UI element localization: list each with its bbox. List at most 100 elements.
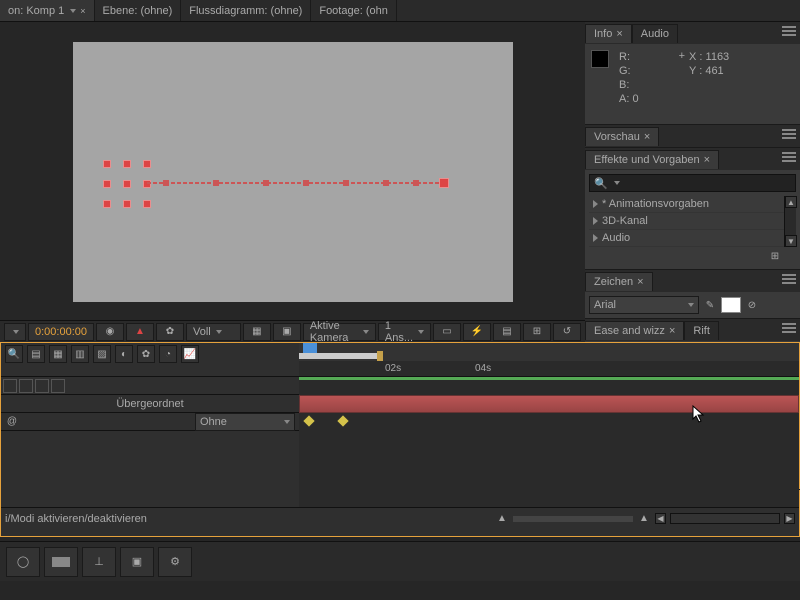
exposure-reset-button[interactable]: ↺	[553, 323, 581, 341]
pickwhip-icon[interactable]: @	[5, 415, 19, 429]
parent-header: Übergeordnet	[5, 398, 295, 410]
effects-presets-panel: Effekte und Vorgaben× 🔍 * Animationsvorg…	[585, 148, 800, 270]
audio-switch-icon[interactable]	[19, 379, 33, 393]
tab-layer[interactable]: Ebene: (ohne)	[95, 0, 182, 21]
search-icon[interactable]: 🔍	[5, 345, 23, 363]
panel-menu-icon[interactable]	[782, 129, 796, 139]
tab-flowchart[interactable]: Flussdiagramm: (ohne)	[181, 0, 311, 21]
close-icon[interactable]: ×	[616, 28, 622, 40]
close-icon[interactable]: ×	[80, 6, 85, 16]
align-icon: ⊥	[94, 555, 104, 568]
solo-switch-icon[interactable]	[35, 379, 49, 393]
zoom-dropdown[interactable]	[4, 323, 26, 341]
timeline-tracks[interactable]	[299, 377, 799, 507]
zoom-out-icon[interactable]: ▲	[495, 512, 509, 526]
composition-canvas[interactable]	[73, 42, 513, 302]
motion-blur-icon[interactable]: ◐	[115, 345, 133, 363]
keyframe-icon[interactable]	[303, 415, 314, 426]
disclosure-triangle-icon	[593, 200, 598, 208]
new-bin-icon[interactable]: ⊞	[768, 249, 782, 263]
work-area-bar[interactable]	[299, 353, 379, 359]
grid-icon: ▦	[250, 325, 264, 339]
keyframe-icon[interactable]	[337, 415, 348, 426]
graph-editor-icon[interactable]: 📈	[181, 345, 199, 363]
tab-ease-wizz[interactable]: Ease and wizz×	[585, 321, 684, 340]
draft-3d-icon[interactable]: ▦	[49, 345, 67, 363]
selected-shape[interactable]	[107, 164, 147, 204]
zoom-slider[interactable]	[513, 516, 633, 522]
panel-menu-icon[interactable]	[782, 274, 796, 284]
color-mgmt-button[interactable]: ✿	[156, 323, 184, 341]
info-panel: Info× Audio R:G:B:A: 0 + X : 1163Y : 461	[585, 22, 800, 125]
path-end-handle[interactable]	[439, 178, 449, 188]
mask-button[interactable]: ▣	[273, 323, 301, 341]
monitor-icon: ▭	[440, 325, 454, 339]
flowchart-button[interactable]: ⊞	[523, 323, 551, 341]
motion-path[interactable]	[147, 182, 442, 184]
work-area-end-handle[interactable]	[377, 351, 383, 361]
fast-preview-button[interactable]: ⚡	[463, 323, 491, 341]
zoom-in-icon[interactable]: ▲	[637, 512, 651, 526]
tab-composition[interactable]: on: Komp 1×	[0, 0, 95, 21]
close-icon[interactable]: ×	[704, 154, 710, 166]
tab-info[interactable]: Info×	[585, 24, 632, 43]
scroll-right-icon[interactable]: ▶	[784, 513, 795, 524]
tool-button-4[interactable]: ▣	[120, 547, 154, 577]
close-icon[interactable]: ×	[644, 131, 650, 143]
tab-footage[interactable]: Footage: (ohn	[311, 0, 397, 21]
layer-bar[interactable]	[299, 395, 799, 413]
scroll-down-icon[interactable]: ▼	[785, 235, 797, 247]
bottom-toolbar: ◯ ⊥ ▣ ⚙	[0, 541, 800, 581]
lock-switch-icon[interactable]	[51, 379, 65, 393]
tool-button-1[interactable]: ◯	[6, 547, 40, 577]
tool-button-5[interactable]: ⚙	[158, 547, 192, 577]
timeline-icon: ▤	[500, 325, 514, 339]
font-family-dropdown[interactable]: Arial	[589, 296, 699, 314]
close-icon[interactable]: ×	[669, 325, 675, 337]
composition-mini-flowchart-icon[interactable]: ▤	[27, 345, 45, 363]
rgb-icon: ▲	[133, 325, 147, 339]
views-dropdown[interactable]: 1 Ans...	[378, 323, 431, 341]
resolution-dropdown[interactable]: Voll	[186, 323, 241, 341]
timeline-toggle-button[interactable]: ▤	[493, 323, 521, 341]
tool-button-3[interactable]: ⊥	[82, 547, 116, 577]
parent-dropdown[interactable]: Ohne	[195, 413, 295, 431]
close-icon[interactable]: ×	[637, 276, 643, 288]
preset-category-audio[interactable]: Audio	[589, 230, 784, 247]
playhead[interactable]	[303, 343, 317, 353]
auto-keyframe-icon[interactable]: ◔	[159, 345, 177, 363]
time-ruler[interactable]: 02s 04s	[299, 343, 799, 376]
transparency-grid-button[interactable]: ▦	[243, 323, 271, 341]
eyedropper-icon[interactable]: ✎	[703, 298, 717, 312]
tab-character[interactable]: Zeichen×	[585, 272, 653, 291]
text-fill-swatch[interactable]	[721, 297, 741, 313]
panel-menu-icon[interactable]	[782, 323, 796, 333]
scroll-left-icon[interactable]: ◀	[655, 513, 666, 524]
pixel-aspect-button[interactable]: ▭	[433, 323, 461, 341]
channel-button[interactable]: ▲	[126, 323, 154, 341]
frame-blend-icon[interactable]: ▨	[93, 345, 111, 363]
preset-category-3d-channel[interactable]: 3D-Kanal	[589, 213, 784, 230]
viewer[interactable]	[0, 22, 585, 320]
tab-rift[interactable]: Rift	[684, 321, 719, 340]
camera-dropdown[interactable]: Aktive Kamera	[303, 323, 376, 341]
tab-preview[interactable]: Vorschau×	[585, 127, 659, 146]
color-swatch	[591, 50, 609, 68]
effects-search-input[interactable]: 🔍	[589, 174, 796, 192]
preset-category-animations[interactable]: * Animationsvorgaben	[589, 196, 784, 213]
tab-effects-presets[interactable]: Effekte und Vorgaben×	[585, 150, 719, 169]
horizontal-scrollbar[interactable]	[670, 513, 780, 524]
current-time[interactable]: 0:00:00:00	[28, 323, 94, 341]
hide-shy-icon[interactable]: ▥	[71, 345, 89, 363]
video-switch-icon[interactable]	[3, 379, 17, 393]
panel-menu-icon[interactable]	[782, 152, 796, 162]
panel-menu-icon[interactable]	[782, 26, 796, 36]
switches-toggle-label[interactable]: i/Modi aktivieren/deaktivieren	[5, 513, 147, 525]
tab-audio[interactable]: Audio	[632, 24, 678, 43]
tool-button-2[interactable]	[44, 547, 78, 577]
effects-scrollbar[interactable]: ▲ ▼	[784, 196, 796, 247]
brainstorm-icon[interactable]: ✿	[137, 345, 155, 363]
no-fill-icon[interactable]: ⊘	[745, 298, 759, 312]
snapshot-button[interactable]: ◉	[96, 323, 124, 341]
scroll-up-icon[interactable]: ▲	[785, 196, 797, 208]
